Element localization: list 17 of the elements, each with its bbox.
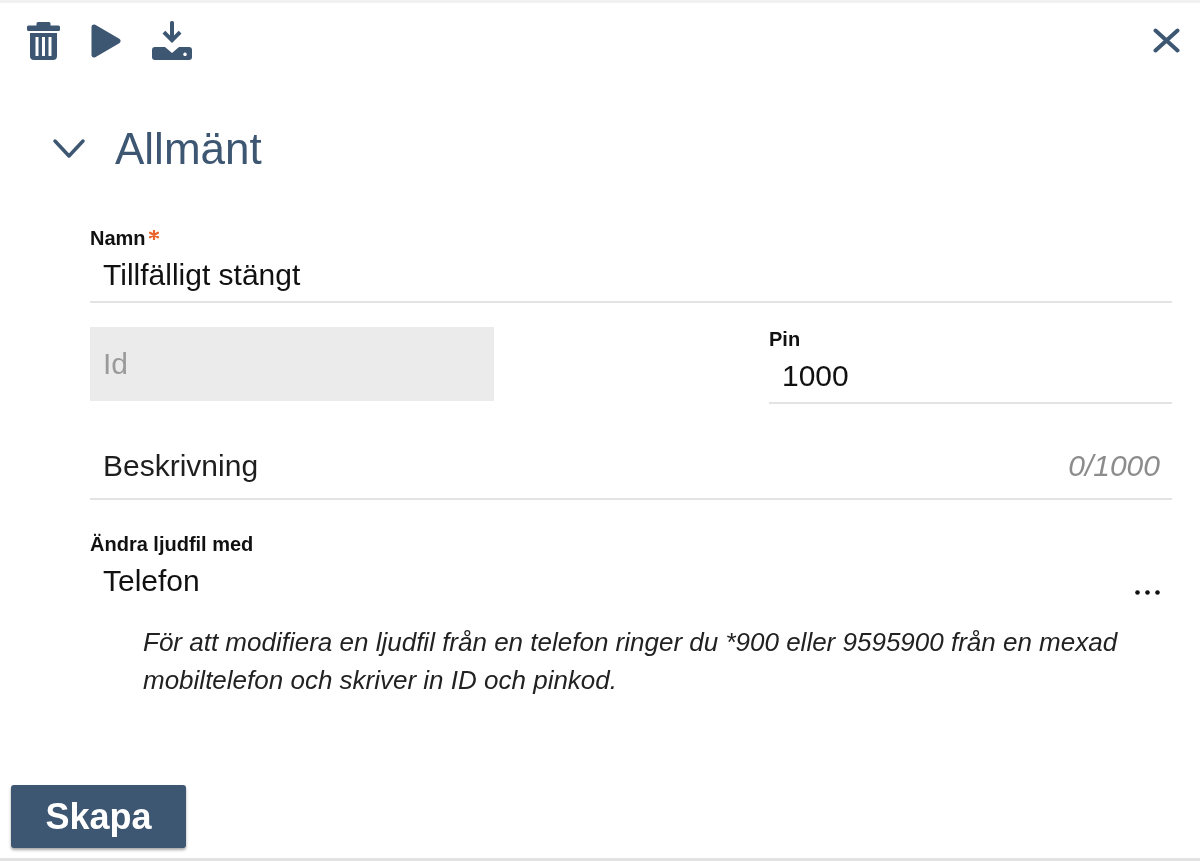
audio-source-select[interactable]: Telefon: [90, 563, 1172, 599]
field-label: Ändra ljudfil med: [90, 532, 254, 556]
field-label: Namn: [90, 226, 146, 250]
name-field[interactable]: Tillfälligt stängt: [90, 257, 1172, 303]
description-field[interactable]: Beskrivning: [90, 448, 1069, 484]
close-icon[interactable]: [1153, 28, 1180, 53]
pin-field[interactable]: 1000: [769, 358, 1172, 404]
trash-icon[interactable]: [27, 21, 60, 60]
download-icon[interactable]: [152, 21, 192, 60]
play-icon[interactable]: [91, 23, 121, 58]
chevron-down-icon[interactable]: [52, 138, 86, 160]
section-title: Allmänt: [115, 127, 262, 171]
more-icon: [1135, 590, 1160, 595]
field-label: Pin: [769, 327, 801, 351]
help-text: För att modifiera en ljudfil från en telefon ringer du *900 eller 9595900 från en mexad mobiltelefon och skriver in ID och pinkod.: [143, 626, 1119, 697]
character-counter: 0/1000: [1068, 448, 1160, 484]
create-button[interactable]: Skapa: [11, 785, 186, 848]
